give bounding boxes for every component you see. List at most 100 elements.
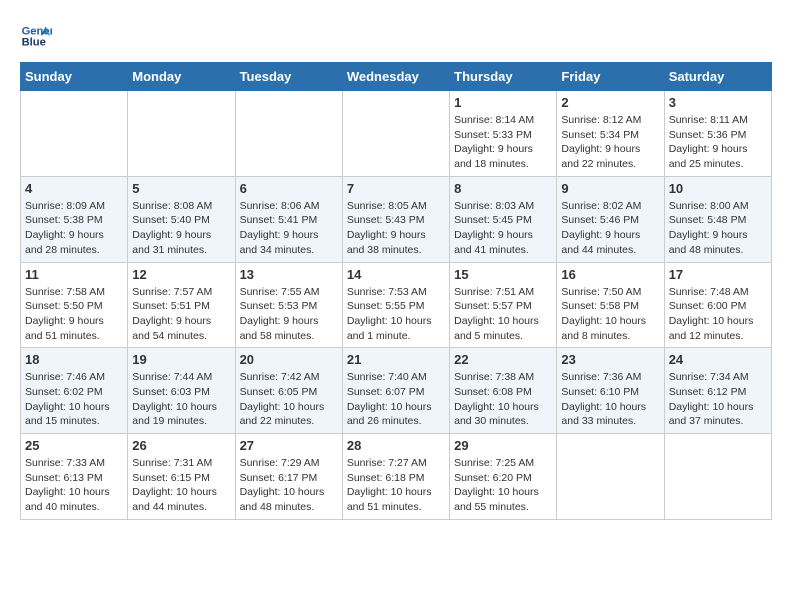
week-row-2: 4 Sunrise: 8:09 AMSunset: 5:38 PMDaylight… [21, 176, 772, 262]
day-cell: 7 Sunrise: 8:05 AMSunset: 5:43 PMDaylight… [342, 176, 449, 262]
day-number: 18 [25, 352, 123, 367]
day-cell: 25 Sunrise: 7:33 AMSunset: 6:13 PMDayligh… [21, 434, 128, 520]
day-info: Sunrise: 7:58 AMSunset: 5:50 PMDaylight:… [25, 285, 123, 344]
day-number: 19 [132, 352, 230, 367]
day-info: Sunrise: 8:05 AMSunset: 5:43 PMDaylight:… [347, 199, 445, 258]
day-cell: 24Sunrise: 7:34 AMSunset: 6:12 PMDayligh… [664, 348, 771, 434]
day-cell: 19Sunrise: 7:44 AMSunset: 6:03 PMDayligh… [128, 348, 235, 434]
week-row-1: 1 Sunrise: 8:14 AMSunset: 5:33 PMDaylight… [21, 91, 772, 177]
day-number: 20 [240, 352, 338, 367]
day-cell [342, 91, 449, 177]
day-info: Sunrise: 8:00 AMSunset: 5:48 PMDaylight:… [669, 199, 767, 258]
day-info: Sunrise: 7:50 AMSunset: 5:58 PMDaylight:… [561, 285, 659, 344]
day-number: 23 [561, 352, 659, 367]
day-cell [128, 91, 235, 177]
day-number: 15 [454, 267, 552, 282]
column-header-friday: Friday [557, 63, 664, 91]
day-info: Sunrise: 7:46 AMSunset: 6:02 PMDaylight:… [25, 370, 123, 429]
day-cell [664, 434, 771, 520]
day-info: Sunrise: 7:31 AMSunset: 6:15 PMDaylight:… [132, 456, 230, 515]
day-cell: 27 Sunrise: 7:29 AMSunset: 6:17 PMDayligh… [235, 434, 342, 520]
day-cell: 13 Sunrise: 7:55 AMSunset: 5:53 PMDayligh… [235, 262, 342, 348]
day-cell: 20 Sunrise: 7:42 AMSunset: 6:05 PMDayligh… [235, 348, 342, 434]
day-number: 7 [347, 181, 445, 196]
logo-icon: General Blue [20, 20, 52, 52]
day-cell: 16Sunrise: 7:50 AMSunset: 5:58 PMDayligh… [557, 262, 664, 348]
day-cell [557, 434, 664, 520]
day-cell: 1 Sunrise: 8:14 AMSunset: 5:33 PMDaylight… [450, 91, 557, 177]
column-header-thursday: Thursday [450, 63, 557, 91]
day-info: Sunrise: 8:09 AMSunset: 5:38 PMDaylight:… [25, 199, 123, 258]
day-number: 6 [240, 181, 338, 196]
day-cell: 22 Sunrise: 7:38 AMSunset: 6:08 PMDayligh… [450, 348, 557, 434]
day-number: 8 [454, 181, 552, 196]
day-cell: 9 Sunrise: 8:02 AMSunset: 5:46 PMDaylight… [557, 176, 664, 262]
day-cell: 2 Sunrise: 8:12 AMSunset: 5:34 PMDaylight… [557, 91, 664, 177]
week-row-5: 25 Sunrise: 7:33 AMSunset: 6:13 PMDayligh… [21, 434, 772, 520]
column-header-tuesday: Tuesday [235, 63, 342, 91]
day-number: 13 [240, 267, 338, 282]
day-number: 3 [669, 95, 767, 110]
day-number: 27 [240, 438, 338, 453]
header-row: SundayMondayTuesdayWednesdayThursdayFrid… [21, 63, 772, 91]
day-info: Sunrise: 7:27 AMSunset: 6:18 PMDaylight:… [347, 456, 445, 515]
day-info: Sunrise: 8:02 AMSunset: 5:46 PMDaylight:… [561, 199, 659, 258]
day-cell [235, 91, 342, 177]
day-info: Sunrise: 7:57 AMSunset: 5:51 PMDaylight:… [132, 285, 230, 344]
day-cell: 8Sunrise: 8:03 AMSunset: 5:45 PMDaylight… [450, 176, 557, 262]
day-info: Sunrise: 8:14 AMSunset: 5:33 PMDaylight:… [454, 113, 552, 172]
svg-text:Blue: Blue [22, 37, 46, 49]
day-info: Sunrise: 7:55 AMSunset: 5:53 PMDaylight:… [240, 285, 338, 344]
day-number: 10 [669, 181, 767, 196]
week-row-4: 18 Sunrise: 7:46 AMSunset: 6:02 PMDayligh… [21, 348, 772, 434]
day-info: Sunrise: 7:53 AMSunset: 5:55 PMDaylight:… [347, 285, 445, 344]
day-info: Sunrise: 7:40 AMSunset: 6:07 PMDaylight:… [347, 370, 445, 429]
day-number: 5 [132, 181, 230, 196]
day-number: 21 [347, 352, 445, 367]
day-cell: 14 Sunrise: 7:53 AMSunset: 5:55 PMDayligh… [342, 262, 449, 348]
day-info: Sunrise: 7:33 AMSunset: 6:13 PMDaylight:… [25, 456, 123, 515]
day-number: 1 [454, 95, 552, 110]
day-info: Sunrise: 7:29 AMSunset: 6:17 PMDaylight:… [240, 456, 338, 515]
day-info: Sunrise: 8:12 AMSunset: 5:34 PMDaylight:… [561, 113, 659, 172]
day-cell: 12 Sunrise: 7:57 AMSunset: 5:51 PMDayligh… [128, 262, 235, 348]
day-cell: 6 Sunrise: 8:06 AMSunset: 5:41 PMDaylight… [235, 176, 342, 262]
day-number: 2 [561, 95, 659, 110]
day-number: 12 [132, 267, 230, 282]
day-cell: 18 Sunrise: 7:46 AMSunset: 6:02 PMDayligh… [21, 348, 128, 434]
day-cell: 11 Sunrise: 7:58 AMSunset: 5:50 PMDayligh… [21, 262, 128, 348]
day-number: 14 [347, 267, 445, 282]
week-row-3: 11 Sunrise: 7:58 AMSunset: 5:50 PMDayligh… [21, 262, 772, 348]
day-number: 25 [25, 438, 123, 453]
day-number: 28 [347, 438, 445, 453]
day-info: Sunrise: 7:42 AMSunset: 6:05 PMDaylight:… [240, 370, 338, 429]
day-number: 11 [25, 267, 123, 282]
day-info: Sunrise: 8:11 AMSunset: 5:36 PMDaylight:… [669, 113, 767, 172]
column-header-saturday: Saturday [664, 63, 771, 91]
day-cell: 5Sunrise: 8:08 AMSunset: 5:40 PMDaylight… [128, 176, 235, 262]
day-info: Sunrise: 7:51 AMSunset: 5:57 PMDaylight:… [454, 285, 552, 344]
day-cell: 15 Sunrise: 7:51 AMSunset: 5:57 PMDayligh… [450, 262, 557, 348]
header: General Blue [20, 20, 772, 52]
day-cell: 28 Sunrise: 7:27 AMSunset: 6:18 PMDayligh… [342, 434, 449, 520]
day-cell: 4 Sunrise: 8:09 AMSunset: 5:38 PMDaylight… [21, 176, 128, 262]
day-number: 29 [454, 438, 552, 453]
day-cell: 29 Sunrise: 7:25 AMSunset: 6:20 PMDayligh… [450, 434, 557, 520]
day-cell: 26 Sunrise: 7:31 AMSunset: 6:15 PMDayligh… [128, 434, 235, 520]
day-number: 4 [25, 181, 123, 196]
day-number: 9 [561, 181, 659, 196]
day-cell [21, 91, 128, 177]
column-header-wednesday: Wednesday [342, 63, 449, 91]
day-number: 22 [454, 352, 552, 367]
day-cell: 23 Sunrise: 7:36 AMSunset: 6:10 PMDayligh… [557, 348, 664, 434]
day-cell: 10 Sunrise: 8:00 AMSunset: 5:48 PMDayligh… [664, 176, 771, 262]
day-info: Sunrise: 7:38 AMSunset: 6:08 PMDaylight:… [454, 370, 552, 429]
logo: General Blue [20, 20, 52, 52]
day-info: Sunrise: 7:36 AMSunset: 6:10 PMDaylight:… [561, 370, 659, 429]
day-info: Sunrise: 8:06 AMSunset: 5:41 PMDaylight:… [240, 199, 338, 258]
day-number: 24 [669, 352, 767, 367]
day-number: 26 [132, 438, 230, 453]
day-cell: 17Sunrise: 7:48 AMSunset: 6:00 PMDayligh… [664, 262, 771, 348]
day-info: Sunrise: 7:25 AMSunset: 6:20 PMDaylight:… [454, 456, 552, 515]
day-cell: 21 Sunrise: 7:40 AMSunset: 6:07 PMDayligh… [342, 348, 449, 434]
